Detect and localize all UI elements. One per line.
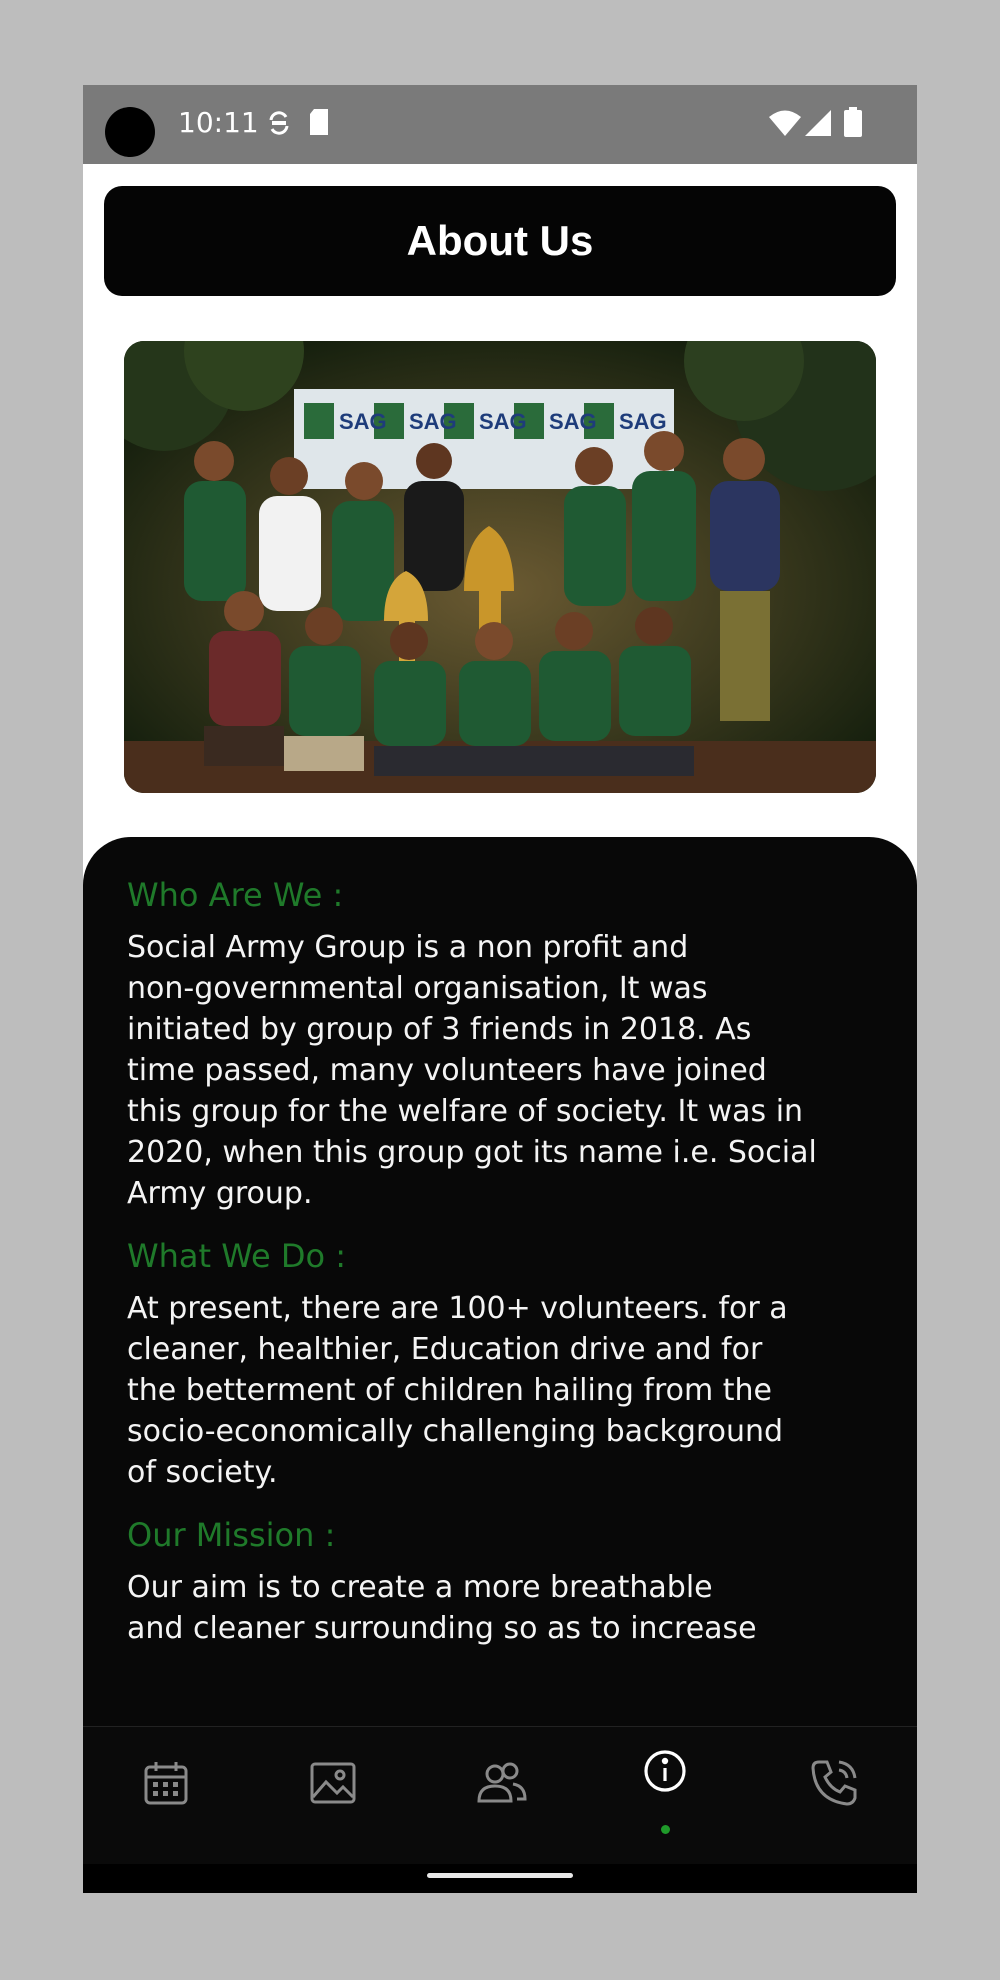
svg-text:SAG: SAG — [409, 409, 457, 434]
status-bar: 10:11 — [83, 85, 917, 164]
section-heading-mission: Our Mission : — [127, 1516, 336, 1554]
home-indicator[interactable] — [427, 1873, 573, 1878]
svg-text:SAG: SAG — [479, 409, 527, 434]
nav-members[interactable] — [471, 1755, 531, 1815]
about-text-scroll[interactable]: Who Are We : Social Army Group is a non … — [127, 873, 887, 1723]
calendar-icon — [142, 1759, 190, 1811]
section-body-who: Social Army Group is a non profit and no… — [127, 930, 817, 1211]
members-icon — [475, 1759, 527, 1811]
svg-text:SAG: SAG — [619, 409, 667, 434]
section-heading-who: Who Are We : — [127, 876, 344, 914]
svg-text:SAG: SAG — [549, 409, 597, 434]
info-icon — [642, 1748, 688, 1798]
nav-contact[interactable] — [804, 1755, 864, 1815]
nav-gallery[interactable] — [303, 1755, 363, 1815]
phone-icon — [809, 1758, 859, 1812]
sync-icon — [266, 108, 292, 142]
section-body-what: At present, there are 100+ volunteers. f… — [127, 1291, 788, 1490]
wifi-icon — [769, 110, 801, 140]
active-indicator-dot — [661, 1825, 670, 1834]
nav-info[interactable] — [635, 1743, 695, 1803]
page-title: About Us — [104, 186, 896, 296]
section-body-mission: Our aim is to create a more breathable a… — [127, 1570, 757, 1646]
gesture-bar — [83, 1864, 917, 1893]
svg-text:SAG: SAG — [339, 409, 387, 434]
camera-cutout — [105, 107, 155, 157]
nav-calendar[interactable] — [136, 1755, 196, 1815]
bottom-nav — [83, 1726, 917, 1865]
battery-icon — [844, 107, 862, 141]
gallery-icon — [309, 1759, 357, 1811]
status-time: 10:11 — [178, 106, 259, 139]
phone-screen: 10:11 About Us SAG SAG SAG SAG SAG Who A… — [83, 85, 917, 1893]
section-heading-what: What We Do : — [127, 1237, 347, 1275]
team-photo: SAG SAG SAG SAG SAG — [124, 341, 876, 793]
signal-icon — [805, 110, 831, 140]
sd-card-icon — [308, 108, 330, 140]
